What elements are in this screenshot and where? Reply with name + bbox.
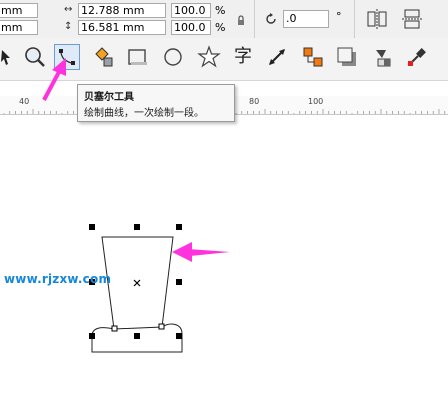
handle-bottom-middle[interactable]	[134, 333, 140, 339]
handle-top-middle[interactable]	[134, 224, 140, 230]
watermark: www.rjzxw.com	[4, 272, 112, 286]
handle-top-left[interactable]	[89, 224, 95, 230]
tooltip: 贝塞尔工具 绘制曲线，一次绘制一段。	[77, 84, 235, 122]
curve-node[interactable]	[158, 323, 165, 330]
handle-middle-right[interactable]	[176, 279, 182, 285]
tooltip-title: 贝塞尔工具	[84, 92, 134, 103]
tooltip-description: 绘制曲线，一次绘制一段。	[84, 108, 204, 119]
handle-bottom-right[interactable]	[176, 333, 182, 339]
annotation-arrow-canvas	[172, 242, 230, 262]
center-marker	[133, 279, 141, 287]
handle-bottom-left[interactable]	[89, 333, 95, 339]
drawing-canvas[interactable]	[0, 0, 448, 400]
handle-top-right[interactable]	[176, 224, 182, 230]
curve-node[interactable]	[111, 325, 118, 332]
annotation-arrow-toolbar	[42, 58, 66, 101]
